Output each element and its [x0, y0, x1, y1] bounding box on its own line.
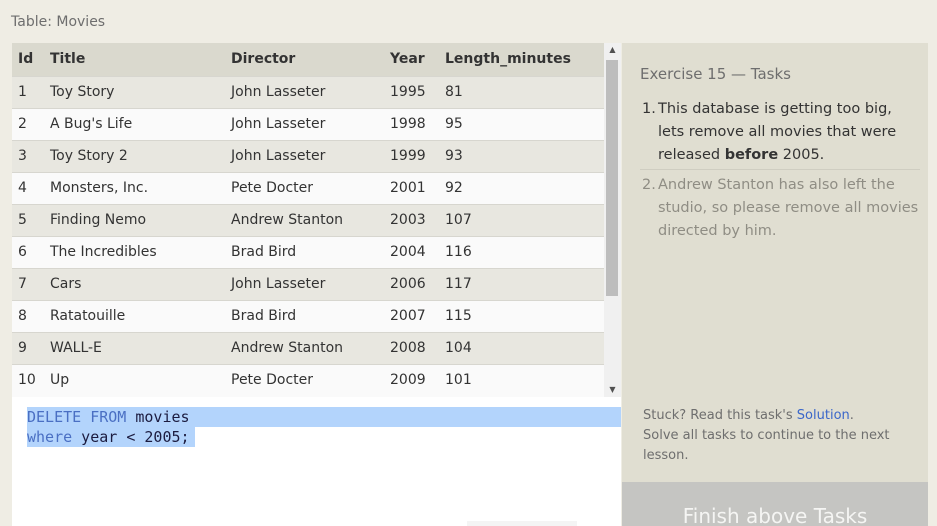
stuck-line2: Solve all tasks to continue to the next …: [643, 428, 890, 463]
cell-title: Finding Nemo: [50, 203, 231, 236]
column-header-id: Id: [18, 51, 34, 68]
table-row: 2 A Bug's Life John Lasseter 1998 95: [12, 107, 604, 140]
cell-director: Brad Bird: [231, 299, 390, 332]
cell-length: 92: [445, 171, 604, 204]
cell-year: 2004: [390, 235, 445, 268]
stuck-help: Stuck? Read this task's Solution. Solve …: [643, 406, 913, 466]
cell-director: Pete Docter: [231, 363, 390, 396]
cell-year: 2006: [390, 267, 445, 300]
task-text: Andrew Stanton has also left the studio,…: [658, 177, 919, 239]
cell-title: Up: [50, 363, 231, 396]
sql-editor[interactable]: DELETE FROM movies where year < 2005;: [12, 397, 621, 526]
cell-length: 93: [445, 139, 604, 172]
editor-resize-ghost: [467, 521, 577, 526]
finish-tasks-button[interactable]: Finish above Tasks: [622, 482, 928, 526]
cell-year: 1999: [390, 139, 445, 172]
cell-length: 117: [445, 267, 604, 300]
cell-year: 1998: [390, 107, 445, 140]
cell-id: 2: [12, 107, 50, 140]
table-scrollbar[interactable]: ▲ ▼: [604, 43, 621, 397]
task-item-1: 1. This database is getting too big, let…: [642, 98, 920, 167]
cell-id: 8: [12, 299, 50, 332]
cell-length: 101: [445, 363, 604, 396]
table-panel: Id Title Director Year Length_minutes 1 …: [12, 43, 621, 397]
cell-length: 81: [445, 75, 604, 108]
cell-id: 3: [12, 139, 50, 172]
table-row: 3 Toy Story 2 John Lasseter 1999 93: [12, 139, 604, 172]
sql-text: year < 2005;: [72, 428, 190, 446]
table-row: 7 Cars John Lasseter 2006 117: [12, 267, 604, 300]
cell-title: Toy Story: [50, 75, 231, 108]
cell-title: WALL-E: [50, 331, 231, 364]
cell-director: John Lasseter: [231, 75, 390, 108]
cell-id: 6: [12, 235, 50, 268]
cell-director: Andrew Stanton: [231, 203, 390, 236]
cell-director: John Lasseter: [231, 139, 390, 172]
cell-year: 1995: [390, 75, 445, 108]
cell-year: 2008: [390, 331, 445, 364]
cell-director: John Lasseter: [231, 107, 390, 140]
cell-year: 2003: [390, 203, 445, 236]
column-header-title: Title: [50, 51, 86, 68]
sql-keyword: DELETE FROM: [27, 408, 127, 426]
tasks-panel: Exercise 15 — Tasks 1. This database is …: [622, 43, 928, 526]
task-item-2: 2. Andrew Stanton has also left the stud…: [642, 174, 920, 243]
cell-length: 115: [445, 299, 604, 332]
task-number: 2.: [642, 177, 656, 193]
cell-id: 9: [12, 331, 50, 364]
cell-title: Cars: [50, 267, 231, 300]
cell-length: 116: [445, 235, 604, 268]
column-header-director: Director: [231, 51, 296, 68]
cell-year: 2009: [390, 363, 445, 396]
cell-length: 95: [445, 107, 604, 140]
table-row: 5 Finding Nemo Andrew Stanton 2003 107: [12, 203, 604, 236]
movies-table: Id Title Director Year Length_minutes 1 …: [12, 43, 604, 396]
cell-length: 107: [445, 203, 604, 236]
cell-title: Toy Story 2: [50, 139, 231, 172]
code-line[interactable]: DELETE FROM movies: [27, 407, 190, 427]
cell-title: A Bug's Life: [50, 107, 231, 140]
task-number: 1.: [642, 101, 656, 117]
cell-year: 2001: [390, 171, 445, 204]
cell-director: Pete Docter: [231, 171, 390, 204]
sql-keyword: where: [27, 428, 73, 446]
task-text-post: 2005.: [778, 147, 825, 163]
column-header-year: Year: [390, 51, 425, 68]
cell-title: Monsters, Inc.: [50, 171, 231, 204]
task-text-bold: before: [724, 147, 779, 163]
table-caption: Table: Movies: [11, 14, 106, 30]
cell-director: Brad Bird: [231, 235, 390, 268]
column-header-length: Length_minutes: [445, 51, 571, 68]
table-row: 1 Toy Story John Lasseter 1995 81: [12, 75, 604, 108]
cell-length: 104: [445, 331, 604, 364]
task-text: This database is getting too big, lets r…: [658, 98, 920, 167]
cell-id: 5: [12, 203, 50, 236]
cell-id: 1: [12, 75, 50, 108]
table-row: 6 The Incredibles Brad Bird 2004 116: [12, 235, 604, 268]
solution-link[interactable]: Solution: [797, 408, 850, 423]
stuck-prefix: Stuck? Read this task's: [643, 408, 797, 423]
table-header-row: Id Title Director Year Length_minutes: [12, 43, 604, 76]
stuck-suffix: .: [849, 408, 854, 423]
cell-id: 7: [12, 267, 50, 300]
tasks-title: Exercise 15 — Tasks: [640, 65, 791, 83]
cell-title: Ratatouille: [50, 299, 231, 332]
cell-id: 10: [12, 363, 50, 396]
code-line[interactable]: where year < 2005;: [27, 427, 190, 447]
cell-director: John Lasseter: [231, 267, 390, 300]
cell-director: Andrew Stanton: [231, 331, 390, 364]
table-scroll-area[interactable]: Id Title Director Year Length_minutes 1 …: [12, 43, 604, 397]
task-divider: [640, 169, 920, 170]
scroll-down-arrow-icon[interactable]: ▼: [604, 383, 621, 397]
scroll-thumb[interactable]: [606, 60, 618, 296]
table-row: 10 Up Pete Docter 2009 101: [12, 363, 604, 396]
sql-text: movies: [126, 408, 190, 426]
scroll-up-arrow-icon[interactable]: ▲: [604, 43, 621, 57]
table-row: 4 Monsters, Inc. Pete Docter 2001 92: [12, 171, 604, 204]
cell-id: 4: [12, 171, 50, 204]
table-row: 8 Ratatouille Brad Bird 2007 115: [12, 299, 604, 332]
table-row: 9 WALL-E Andrew Stanton 2008 104: [12, 331, 604, 364]
cell-title: The Incredibles: [50, 235, 231, 268]
cell-year: 2007: [390, 299, 445, 332]
